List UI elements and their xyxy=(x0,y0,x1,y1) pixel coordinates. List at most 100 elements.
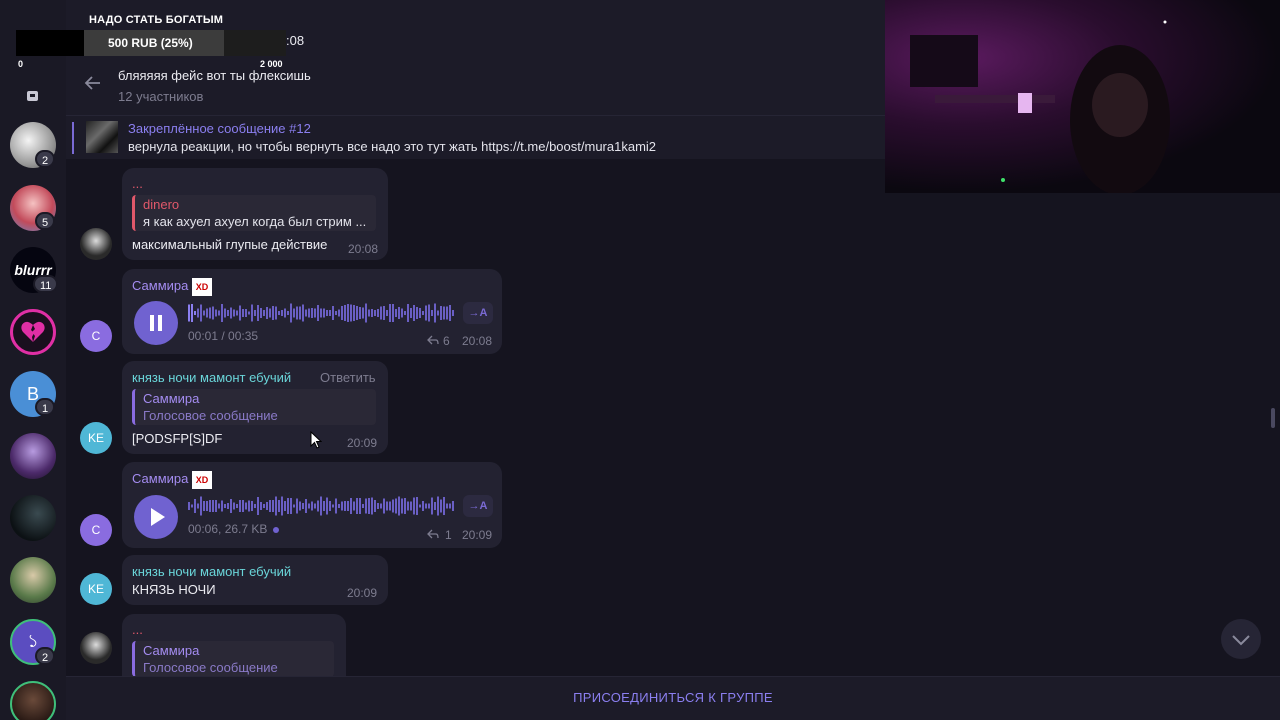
waveform-bar xyxy=(395,309,397,317)
avatar-initial: С xyxy=(91,329,101,343)
chat-avatar-9[interactable] xyxy=(10,681,56,720)
waveform-bar xyxy=(320,308,322,318)
message-text: [PODSFP[S]DF xyxy=(132,431,223,446)
archive-icon[interactable] xyxy=(26,89,39,102)
waveform-bar xyxy=(209,500,211,512)
user-avatar[interactable]: С xyxy=(80,320,112,352)
reply-action-button[interactable]: Ответить xyxy=(320,370,376,385)
xd-emoji-icon: XD xyxy=(192,471,212,489)
reply-arrow-icon xyxy=(427,529,439,539)
play-button[interactable] xyxy=(134,495,178,539)
user-avatar[interactable]: С xyxy=(80,514,112,546)
broken-heart-icon xyxy=(21,321,45,342)
waveform-bar xyxy=(194,499,196,513)
unread-badge-5: 2 xyxy=(35,647,56,665)
reply-preview[interactable]: dinero я как ахуел ахуел когда был стрим… xyxy=(132,195,376,231)
waveform-bar xyxy=(332,504,334,508)
user-avatar[interactable]: KE xyxy=(80,573,112,605)
waveform-bar xyxy=(443,306,445,320)
waveform-bar xyxy=(407,304,409,322)
waveform-bar xyxy=(383,306,385,320)
waveform-bar xyxy=(275,306,277,320)
waveform-bar xyxy=(425,305,427,321)
message-text: КНЯЗЬ НОЧИ xyxy=(132,582,216,597)
waveform-bar xyxy=(413,305,415,321)
transcribe-button[interactable]: →A xyxy=(463,495,493,517)
xd-emoji-icon: XD xyxy=(192,278,212,296)
voice-waveform[interactable] xyxy=(188,496,458,516)
message-author[interactable]: князь ночи мамонт ебучий xyxy=(132,564,291,579)
waveform-bar xyxy=(398,496,400,516)
message-author[interactable]: ... xyxy=(132,622,143,637)
waveform-bar xyxy=(296,498,298,514)
waveform-bar xyxy=(290,303,292,323)
chat-avatar-heart[interactable] xyxy=(10,309,56,355)
message-author[interactable]: ... xyxy=(132,176,143,191)
waveform-bar xyxy=(371,309,373,317)
waveform-bar xyxy=(377,503,379,509)
waveform-bar xyxy=(428,304,430,322)
chat-avatar-6[interactable] xyxy=(10,495,56,541)
scroll-down-button[interactable] xyxy=(1221,619,1261,659)
reply-preview[interactable]: Саммира Голосовое сообщение xyxy=(132,389,376,425)
message-author[interactable]: Саммира xyxy=(132,278,188,293)
waveform-bar xyxy=(407,501,409,511)
reply-author: dinero xyxy=(143,197,180,212)
waveform-bar xyxy=(245,502,247,510)
chat-title[interactable]: бляяяяя фейс вот ты флексишь xyxy=(118,68,311,83)
bottom-bar: ПРИСОЕДИНИТЬСЯ К ГРУППЕ xyxy=(66,676,1280,720)
waveform-bar xyxy=(383,498,385,514)
waveform-bar xyxy=(437,496,439,516)
waveform-bar xyxy=(452,310,454,316)
reply-preview[interactable]: Саммира Голосовое сообщение xyxy=(132,641,334,677)
waveform-bar xyxy=(257,305,259,321)
reply-text: я как ахуел ахуел когда был стрим ... xyxy=(143,214,367,229)
waveform-bar xyxy=(368,309,370,317)
waveform-bar xyxy=(269,308,271,318)
chat-avatar-7[interactable] xyxy=(10,557,56,603)
reply-count[interactable]: 1 xyxy=(445,528,452,542)
waveform-bar xyxy=(218,310,220,316)
user-avatar[interactable]: KE xyxy=(80,422,112,454)
waveform-bar xyxy=(311,308,313,318)
waveform-bar xyxy=(278,500,280,512)
transcribe-button[interactable]: →A xyxy=(463,302,493,324)
waveform-bar xyxy=(215,500,217,512)
pinned-message-bar[interactable]: Закреплённое сообщение #12 вернула реакц… xyxy=(66,115,885,159)
pause-button[interactable] xyxy=(134,301,178,345)
webcam-overlay xyxy=(885,0,1280,193)
waveform-bar xyxy=(413,497,415,515)
waveform-bar xyxy=(224,308,226,318)
chat-avatar-5[interactable] xyxy=(10,433,56,479)
waveform-bar xyxy=(386,501,388,511)
waveform-bar xyxy=(323,501,325,511)
waveform-bar xyxy=(194,311,196,315)
waveform-bar xyxy=(230,499,232,513)
waveform-bar xyxy=(305,309,307,317)
reply-count[interactable]: 6 xyxy=(443,334,450,348)
message-author[interactable]: князь ночи мамонт ебучий xyxy=(132,370,291,385)
waveform-bar xyxy=(410,501,412,511)
waveform-bar xyxy=(368,498,370,514)
reply-text: Голосовое сообщение xyxy=(143,660,278,675)
waveform-bar xyxy=(281,310,283,316)
waveform-bar xyxy=(191,304,193,322)
user-avatar[interactable] xyxy=(80,632,112,664)
message-time: 20:08 xyxy=(348,242,379,256)
voice-waveform[interactable] xyxy=(188,303,458,323)
message-author[interactable]: Саммира xyxy=(132,471,188,486)
waveform-bar xyxy=(380,306,382,320)
waveform-bar xyxy=(329,310,331,316)
waveform-bar xyxy=(356,498,358,514)
waveform-bar xyxy=(326,310,328,316)
scrollbar-thumb[interactable] xyxy=(1271,408,1275,428)
unread-badge-2: 5 xyxy=(35,212,56,230)
waveform-bar xyxy=(308,503,310,509)
back-arrow-icon[interactable] xyxy=(84,74,102,92)
waveform-bar xyxy=(263,504,265,508)
join-group-button[interactable]: ПРИСОЕДИНИТЬСЯ К ГРУППЕ xyxy=(66,690,1280,705)
waveform-bar xyxy=(206,308,208,318)
waveform-bar xyxy=(320,496,322,516)
user-avatar[interactable] xyxy=(80,228,112,260)
waveform-bar xyxy=(323,308,325,318)
